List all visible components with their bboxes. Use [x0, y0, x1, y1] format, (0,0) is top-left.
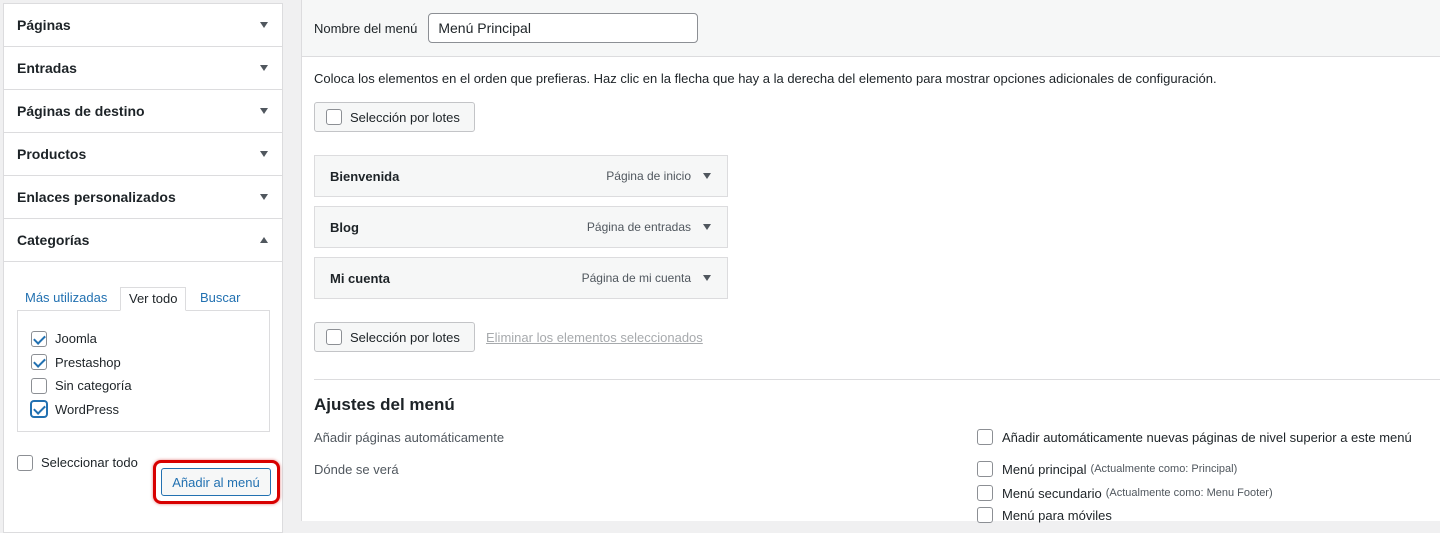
categories-panel: Más utilizadas Ver todo Buscar Joomla Pr…: [4, 262, 282, 518]
accordion-products[interactable]: Productos: [4, 133, 282, 176]
category-checklist: Joomla Prestashop Sin categoría WordPres…: [17, 310, 270, 432]
menu-item[interactable]: Mi cuenta Página de mi cuenta: [314, 257, 728, 299]
menu-item-type: Página de inicio: [606, 169, 691, 183]
chevron-down-icon[interactable]: [703, 224, 711, 230]
category-label: Joomla: [55, 331, 97, 347]
category-label: Sin categoría: [55, 378, 132, 394]
checkbox-checked[interactable]: [31, 354, 47, 371]
category-item[interactable]: Sin categoría: [31, 374, 269, 398]
menu-settings-title: Ajustes del menú: [314, 395, 455, 414]
menu-item-title: Blog: [330, 219, 359, 235]
location-option[interactable]: Menú secundario (Actualmente como: Menu …: [977, 485, 1273, 501]
auto-add-option[interactable]: Añadir automáticamente nuevas páginas de…: [977, 429, 1412, 445]
accordion-categories[interactable]: Categorías: [4, 219, 282, 262]
bulk-select-button-bottom[interactable]: Selección por lotes: [314, 322, 475, 352]
menu-header: Nombre del menú: [302, 0, 1440, 57]
select-all-label: Seleccionar todo: [41, 455, 138, 471]
tab-most-used[interactable]: Más utilizadas: [25, 287, 107, 311]
checkbox-checked[interactable]: [31, 401, 47, 418]
auto-add-option-label: Añadir automáticamente nuevas páginas de…: [1002, 429, 1412, 445]
chevron-down-icon: [260, 194, 268, 200]
location-checkbox[interactable]: [977, 485, 993, 501]
accordion-title: Categorías: [17, 232, 90, 248]
chevron-down-icon: [260, 22, 268, 28]
accordion-pages[interactable]: Páginas: [4, 4, 282, 47]
instructions-text: Coloca los elementos en el orden que pre…: [314, 71, 1217, 86]
location-label: Menú secundario: [1002, 485, 1102, 501]
divider: [314, 379, 1440, 380]
menu-name-label: Nombre del menú: [314, 20, 418, 36]
chevron-up-icon: [260, 237, 268, 243]
category-tabs: Más utilizadas Ver todo Buscar: [21, 287, 269, 311]
accordion-title: Páginas: [17, 17, 71, 33]
menu-item[interactable]: Bienvenida Página de inicio: [314, 155, 728, 197]
select-all-checkbox[interactable]: [17, 454, 33, 471]
auto-add-checkbox[interactable]: [977, 429, 993, 445]
accordion-title: Páginas de destino: [17, 103, 145, 119]
locations-label: Dónde se verá: [314, 462, 399, 477]
menu-item-title: Bienvenida: [330, 168, 400, 184]
delete-selected-link[interactable]: Eliminar los elementos seleccionados: [486, 330, 703, 345]
location-checkbox[interactable]: [977, 461, 993, 477]
bulk-select-checkbox[interactable]: [326, 109, 342, 125]
accordion-landing-pages[interactable]: Páginas de destino: [4, 90, 282, 133]
bulk-select-button[interactable]: Selección por lotes: [314, 102, 475, 132]
chevron-down-icon: [260, 65, 268, 71]
location-label: Menú principal: [1002, 461, 1087, 477]
category-item[interactable]: WordPress: [31, 398, 269, 422]
tab-search[interactable]: Buscar: [200, 287, 240, 311]
accordion-custom-links[interactable]: Enlaces personalizados: [4, 176, 282, 219]
chevron-down-icon: [260, 151, 268, 157]
chevron-down-icon[interactable]: [703, 275, 711, 281]
chevron-down-icon[interactable]: [703, 173, 711, 179]
menu-structure-panel: Nombre del menú Coloca los elementos en …: [301, 0, 1440, 523]
select-all[interactable]: Seleccionar todo: [17, 451, 138, 475]
add-to-menu-button[interactable]: Añadir al menú: [161, 468, 271, 496]
checkbox[interactable]: [31, 377, 47, 394]
accordion-posts[interactable]: Entradas: [4, 47, 282, 90]
bulk-select-checkbox[interactable]: [326, 329, 342, 345]
location-option[interactable]: Menú principal (Actualmente como: Princi…: [977, 461, 1237, 477]
tab-view-all[interactable]: Ver todo: [120, 287, 187, 311]
accordion-title: Productos: [17, 146, 87, 162]
add-menu-items-sidebar: Páginas Entradas Páginas de destino Prod…: [3, 3, 283, 533]
menu-item-type: Página de entradas: [586, 220, 691, 234]
category-label: Prestashop: [55, 354, 121, 370]
category-item[interactable]: Joomla: [31, 327, 269, 351]
location-label: Menú para móviles: [1002, 507, 1112, 523]
menu-item[interactable]: Blog Página de entradas: [314, 206, 728, 248]
bulk-select-label: Selección por lotes: [350, 329, 460, 345]
menu-item-type: Página de mi cuenta: [581, 271, 691, 285]
category-label: WordPress: [55, 401, 120, 417]
category-item[interactable]: Prestashop: [31, 351, 269, 375]
chevron-down-icon: [260, 108, 268, 114]
menu-name-input[interactable]: [428, 13, 699, 43]
accordion-title: Enlaces personalizados: [17, 189, 176, 205]
auto-add-label: Añadir páginas automáticamente: [314, 430, 505, 445]
location-note: (Actualmente como: Menu Footer): [1105, 487, 1273, 499]
location-note: (Actualmente como: Principal): [1090, 463, 1238, 475]
menu-item-title: Mi cuenta: [330, 270, 390, 286]
checkbox-checked[interactable]: [31, 330, 47, 347]
bulk-select-label: Selección por lotes: [350, 109, 460, 125]
accordion-title: Entradas: [17, 60, 77, 76]
